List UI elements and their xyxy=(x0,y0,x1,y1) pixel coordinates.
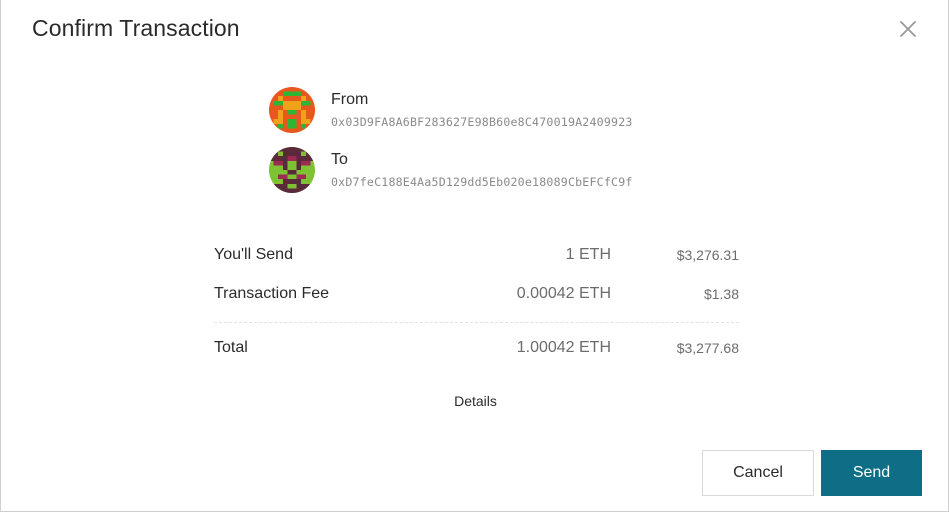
send-button[interactable]: Send xyxy=(821,450,922,496)
fee-label: Transaction Fee xyxy=(214,285,330,302)
from-address: 0x03D9FA8A6BF283627E98B60e8C470019A24099… xyxy=(331,115,633,129)
dialog-title: Confirm Transaction xyxy=(32,15,240,41)
fee-usd: $1.38 xyxy=(703,286,739,302)
fee-amount: 0.00042 ETH xyxy=(516,285,611,302)
confirm-transaction-dialog: Confirm Transaction From 0x03D9FA8A6BF28… xyxy=(0,0,949,512)
total-row: Total 1.00042 ETH $3,277.68 xyxy=(214,339,739,361)
total-label: Total xyxy=(214,339,248,356)
send-label: You'll Send xyxy=(214,246,293,263)
close-icon[interactable] xyxy=(896,17,920,41)
to-address: 0xD7feC188E4Aa5D129dd5Eb020e18089CbEFCfC… xyxy=(331,175,633,189)
send-row: You'll Send 1 ETH $3,276.31 xyxy=(214,246,739,268)
summary-divider xyxy=(214,322,739,323)
from-label: From xyxy=(331,91,369,108)
send-usd: $3,276.31 xyxy=(676,247,739,263)
to-identicon-icon xyxy=(269,147,315,193)
details-link[interactable]: Details xyxy=(454,393,497,409)
details-container: Details xyxy=(1,393,949,409)
from-identicon-icon xyxy=(269,87,315,133)
total-amount: 1.00042 ETH xyxy=(516,339,611,356)
send-amount: 1 ETH xyxy=(565,246,611,263)
to-label: To xyxy=(331,151,348,168)
total-usd: $3,277.68 xyxy=(676,340,739,356)
fee-row: Transaction Fee 0.00042 ETH $1.38 xyxy=(214,285,739,307)
cancel-button[interactable]: Cancel xyxy=(702,450,814,496)
